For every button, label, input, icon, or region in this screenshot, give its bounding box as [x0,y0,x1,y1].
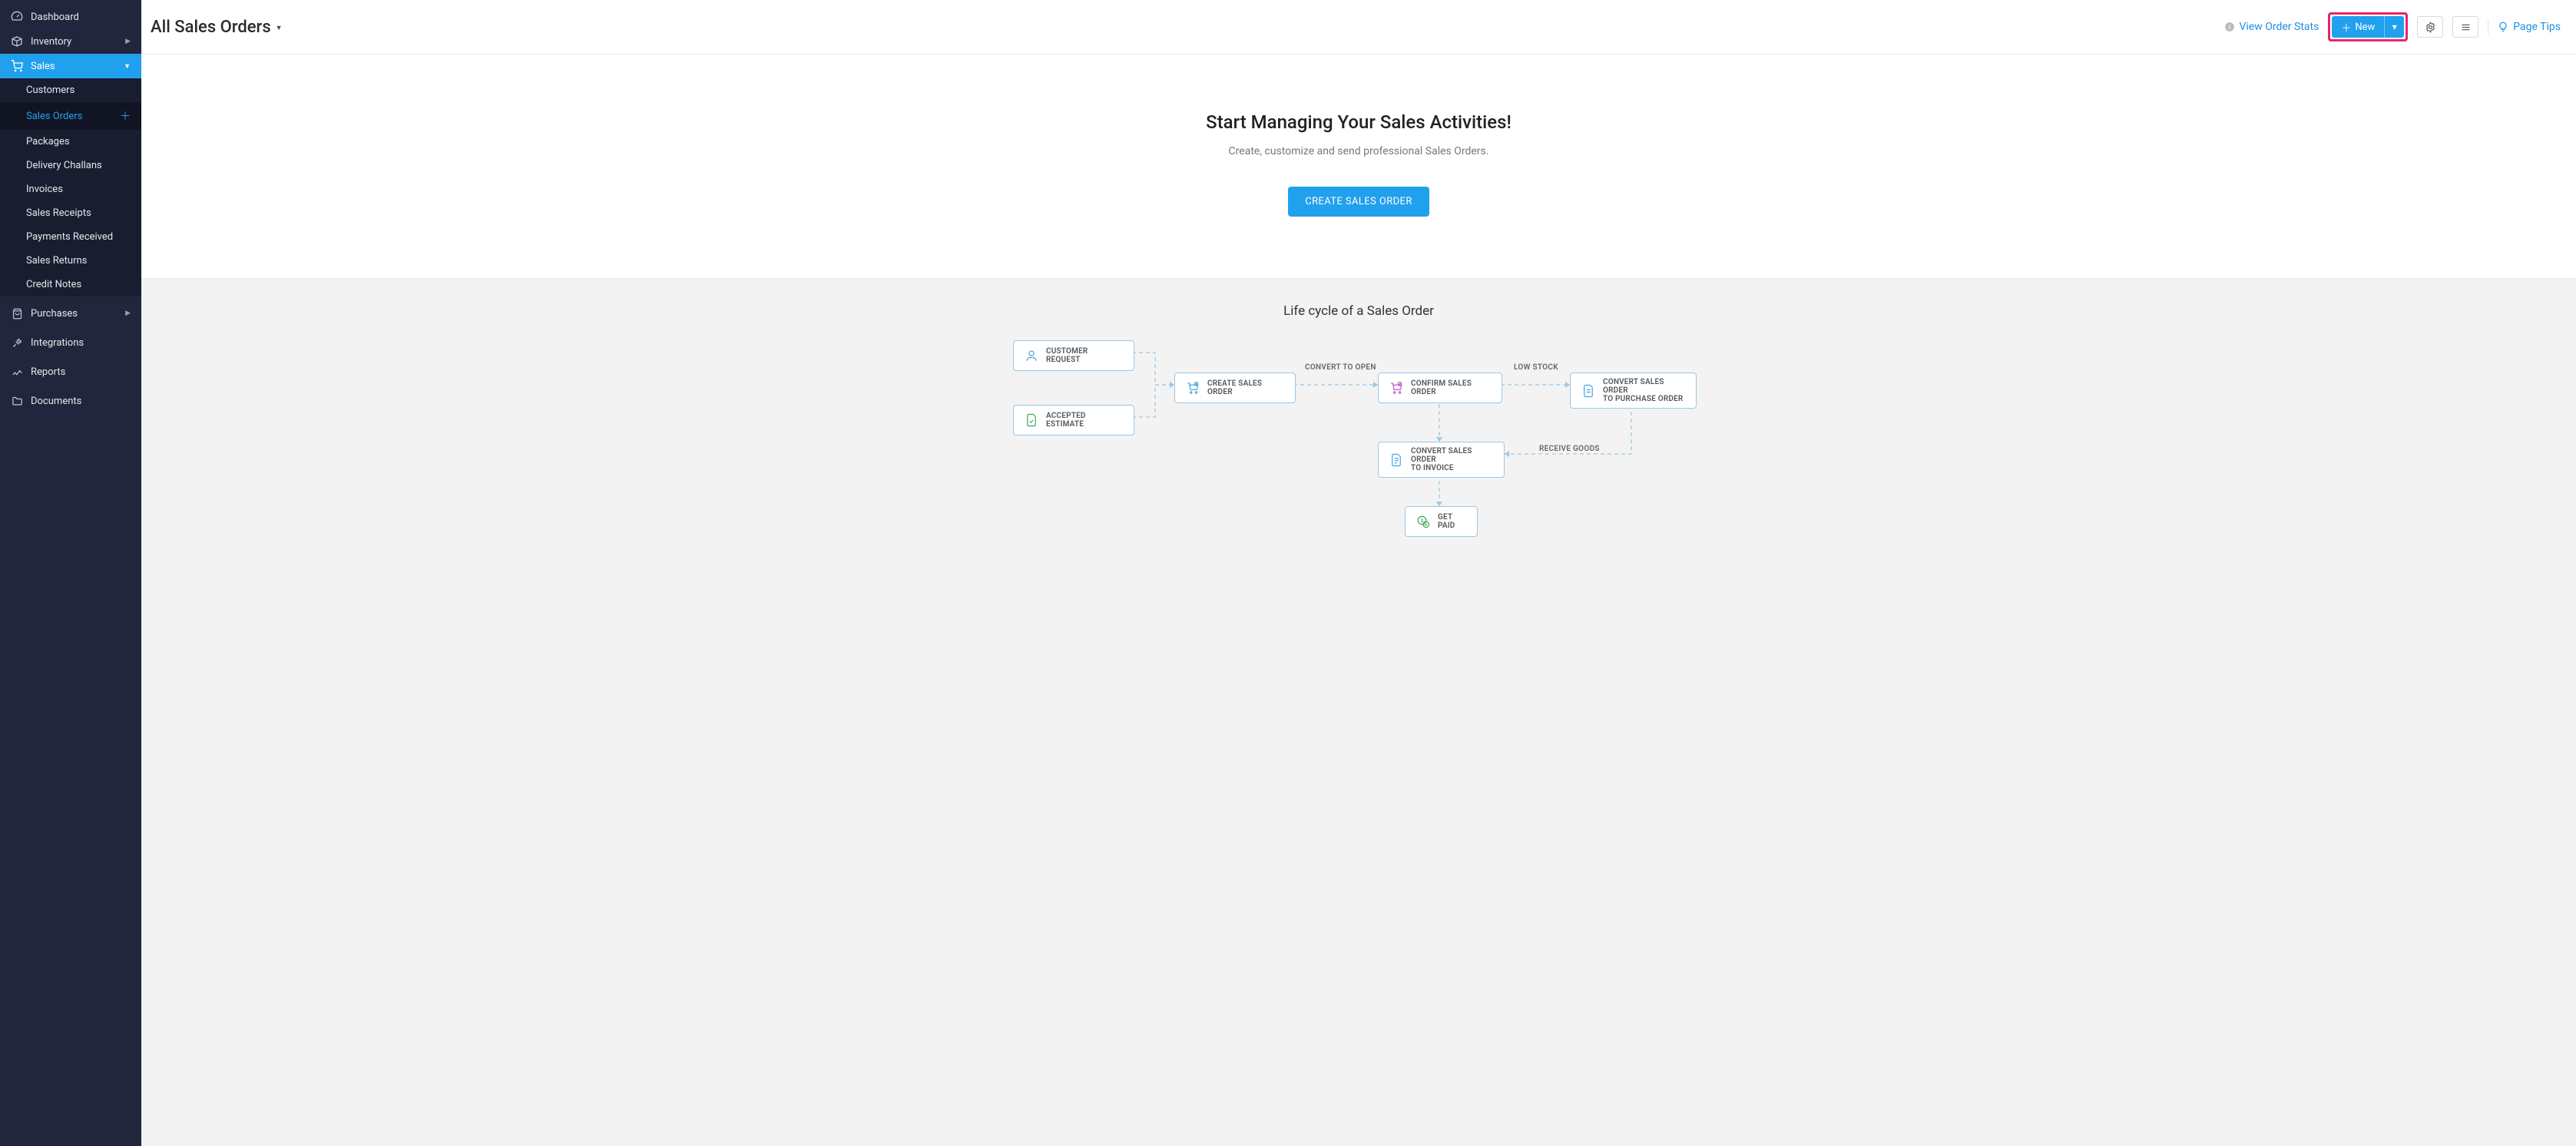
sidebar-item-label: Payments Received [26,231,113,243]
bulb-icon [2498,22,2508,32]
new-button[interactable]: ＋ New [2332,16,2384,38]
flow-box-label: CONVERT SALES ORDER TO INVOICE [1411,447,1493,472]
chevron-down-icon: ▼ [124,62,131,71]
flow-box-label: ACCEPTED ESTIMATE [1046,412,1123,429]
sidebar-item-label: Sales Orders [26,111,82,122]
flow-box-customer-request: CUSTOMER REQUEST [1013,340,1134,371]
speedometer-icon [11,11,23,23]
sidebar-subitem-sales-returns[interactable]: Sales Returns [0,249,141,273]
plug-icon [11,336,23,349]
box-icon [11,35,23,48]
cart-plus-icon [1186,381,1200,395]
flow-label-convert-to-open: CONVERT TO OPEN [1305,363,1376,372]
document-text-icon [1389,453,1403,467]
plus-icon: ＋ [2341,20,2351,35]
sidebar-item-label: Sales Receipts [26,207,91,219]
cart-check-icon [1389,381,1403,395]
flow-box-label: CONFIRM SALES ORDER [1411,379,1491,396]
new-button-highlight: ＋ New ▾ [2328,12,2408,41]
link-label: Page Tips [2513,21,2561,33]
document-check-icon [1025,413,1038,427]
sidebar-item-inventory[interactable]: Inventory ▶ [0,29,141,54]
document-list-icon [1581,384,1595,398]
flow-box-convert-to-invoice: CONVERT SALES ORDER TO INVOICE [1378,442,1505,478]
flow-box-label: CREATE SALES ORDER [1207,379,1284,396]
flow-box-label: CUSTOMER REQUEST [1046,347,1123,364]
sidebar-item-purchases[interactable]: Purchases ▶ [0,301,141,326]
page-title: All Sales Orders [151,18,271,37]
create-sales-order-button[interactable]: CREATE SALES ORDER [1288,187,1429,217]
main-content: All Sales Orders ▼ View Order Stats ＋ Ne… [141,0,2576,1146]
coin-check-icon: $ [1416,515,1430,528]
hero-title: Start Managing Your Sales Activities! [157,111,2561,133]
sidebar-item-reports[interactable]: Reports [0,359,141,384]
sidebar-subitem-packages[interactable]: Packages [0,130,141,154]
sidebar-sales-subnav: Customers Sales Orders ＋ Packages Delive… [0,78,141,296]
settings-button[interactable] [2417,16,2443,38]
sidebar-item-label: Sales Returns [26,255,87,267]
sidebar-item-label: Documents [31,396,81,407]
sidebar-subitem-credit-notes[interactable]: Credit Notes [0,273,141,296]
caret-down-icon: ▾ [2392,22,2397,32]
sidebar-item-label: Sales [31,61,55,72]
sidebar-item-label: Packages [26,136,70,147]
sidebar: Dashboard Inventory ▶ Sales ▼ Customers [0,0,141,1146]
flow-box-label: CONVERT SALES ORDER TO PURCHASE ORDER [1603,378,1685,403]
flow-box-accepted-estimate: ACCEPTED ESTIMATE [1013,405,1134,436]
user-icon [1025,349,1038,363]
flow-box-confirm-sales-order: CONFIRM SALES ORDER [1378,373,1502,403]
link-label: View Order Stats [2240,21,2319,33]
lifecycle-section: Life cycle of a Sales Order [141,278,2576,1146]
flow-box-label: GET PAID [1438,513,1466,530]
sidebar-item-label: Purchases [31,308,78,320]
sidebar-item-dashboard[interactable]: Dashboard [0,5,141,29]
chevron-right-icon: ▶ [125,38,131,45]
sidebar-subitem-sales-orders[interactable]: Sales Orders ＋ [0,102,141,130]
sidebar-item-integrations[interactable]: Integrations [0,330,141,355]
new-button-dropdown[interactable]: ▾ [2384,16,2404,38]
plus-icon[interactable]: ＋ [120,108,131,124]
sidebar-item-label: Reports [31,366,65,378]
lifecycle-title: Life cycle of a Sales Order [157,303,2561,319]
flow-box-get-paid: $ GET PAID [1405,506,1478,537]
flow-box-create-sales-order: CREATE SALES ORDER [1174,373,1296,403]
sidebar-item-sales[interactable]: Sales ▼ [0,54,141,78]
gear-icon [2425,22,2436,33]
flow-box-convert-to-po: CONVERT SALES ORDER TO PURCHASE ORDER [1570,373,1697,409]
page-title-dropdown[interactable]: All Sales Orders ▼ [151,18,283,37]
folder-icon [11,395,23,407]
bag-icon [11,307,23,320]
button-label: New [2355,22,2375,33]
page-tips-link[interactable]: Page Tips [2498,21,2561,33]
chart-icon [11,366,23,378]
view-order-stats-link[interactable]: View Order Stats [2224,21,2319,33]
flow-label-low-stock: LOW STOCK [1514,363,1558,372]
sidebar-item-label: Invoices [26,184,63,195]
sidebar-subitem-payments-received[interactable]: Payments Received [0,225,141,249]
sidebar-item-label: Customers [26,84,74,96]
sidebar-item-label: Inventory [31,36,71,48]
sidebar-item-label: Dashboard [31,12,79,23]
sidebar-item-documents[interactable]: Documents [0,389,141,413]
cart-icon [11,60,23,72]
flow-label-receive-goods: RECEIVE GOODS [1539,445,1600,453]
sidebar-subitem-delivery-challans[interactable]: Delivery Challans [0,154,141,177]
hero-subtitle: Create, customize and send professional … [157,145,2561,157]
menu-icon [2460,22,2472,33]
sidebar-item-label: Integrations [31,337,84,349]
sidebar-subitem-invoices[interactable]: Invoices [0,177,141,201]
menu-button[interactable] [2452,16,2478,38]
chevron-right-icon: ▶ [125,310,131,317]
sidebar-item-label: Delivery Challans [26,160,102,171]
lifecycle-flow: CUSTOMER REQUEST ACCEPTED ESTIMATE CREAT… [1002,340,1716,555]
sidebar-item-label: Credit Notes [26,279,81,290]
info-icon [2224,22,2235,32]
sidebar-subitem-sales-receipts[interactable]: Sales Receipts [0,201,141,225]
caret-down-icon: ▼ [276,24,283,32]
topbar: All Sales Orders ▼ View Order Stats ＋ Ne… [141,0,2576,55]
hero-section: Start Managing Your Sales Activities! Cr… [141,55,2576,278]
sidebar-subitem-customers[interactable]: Customers [0,78,141,102]
